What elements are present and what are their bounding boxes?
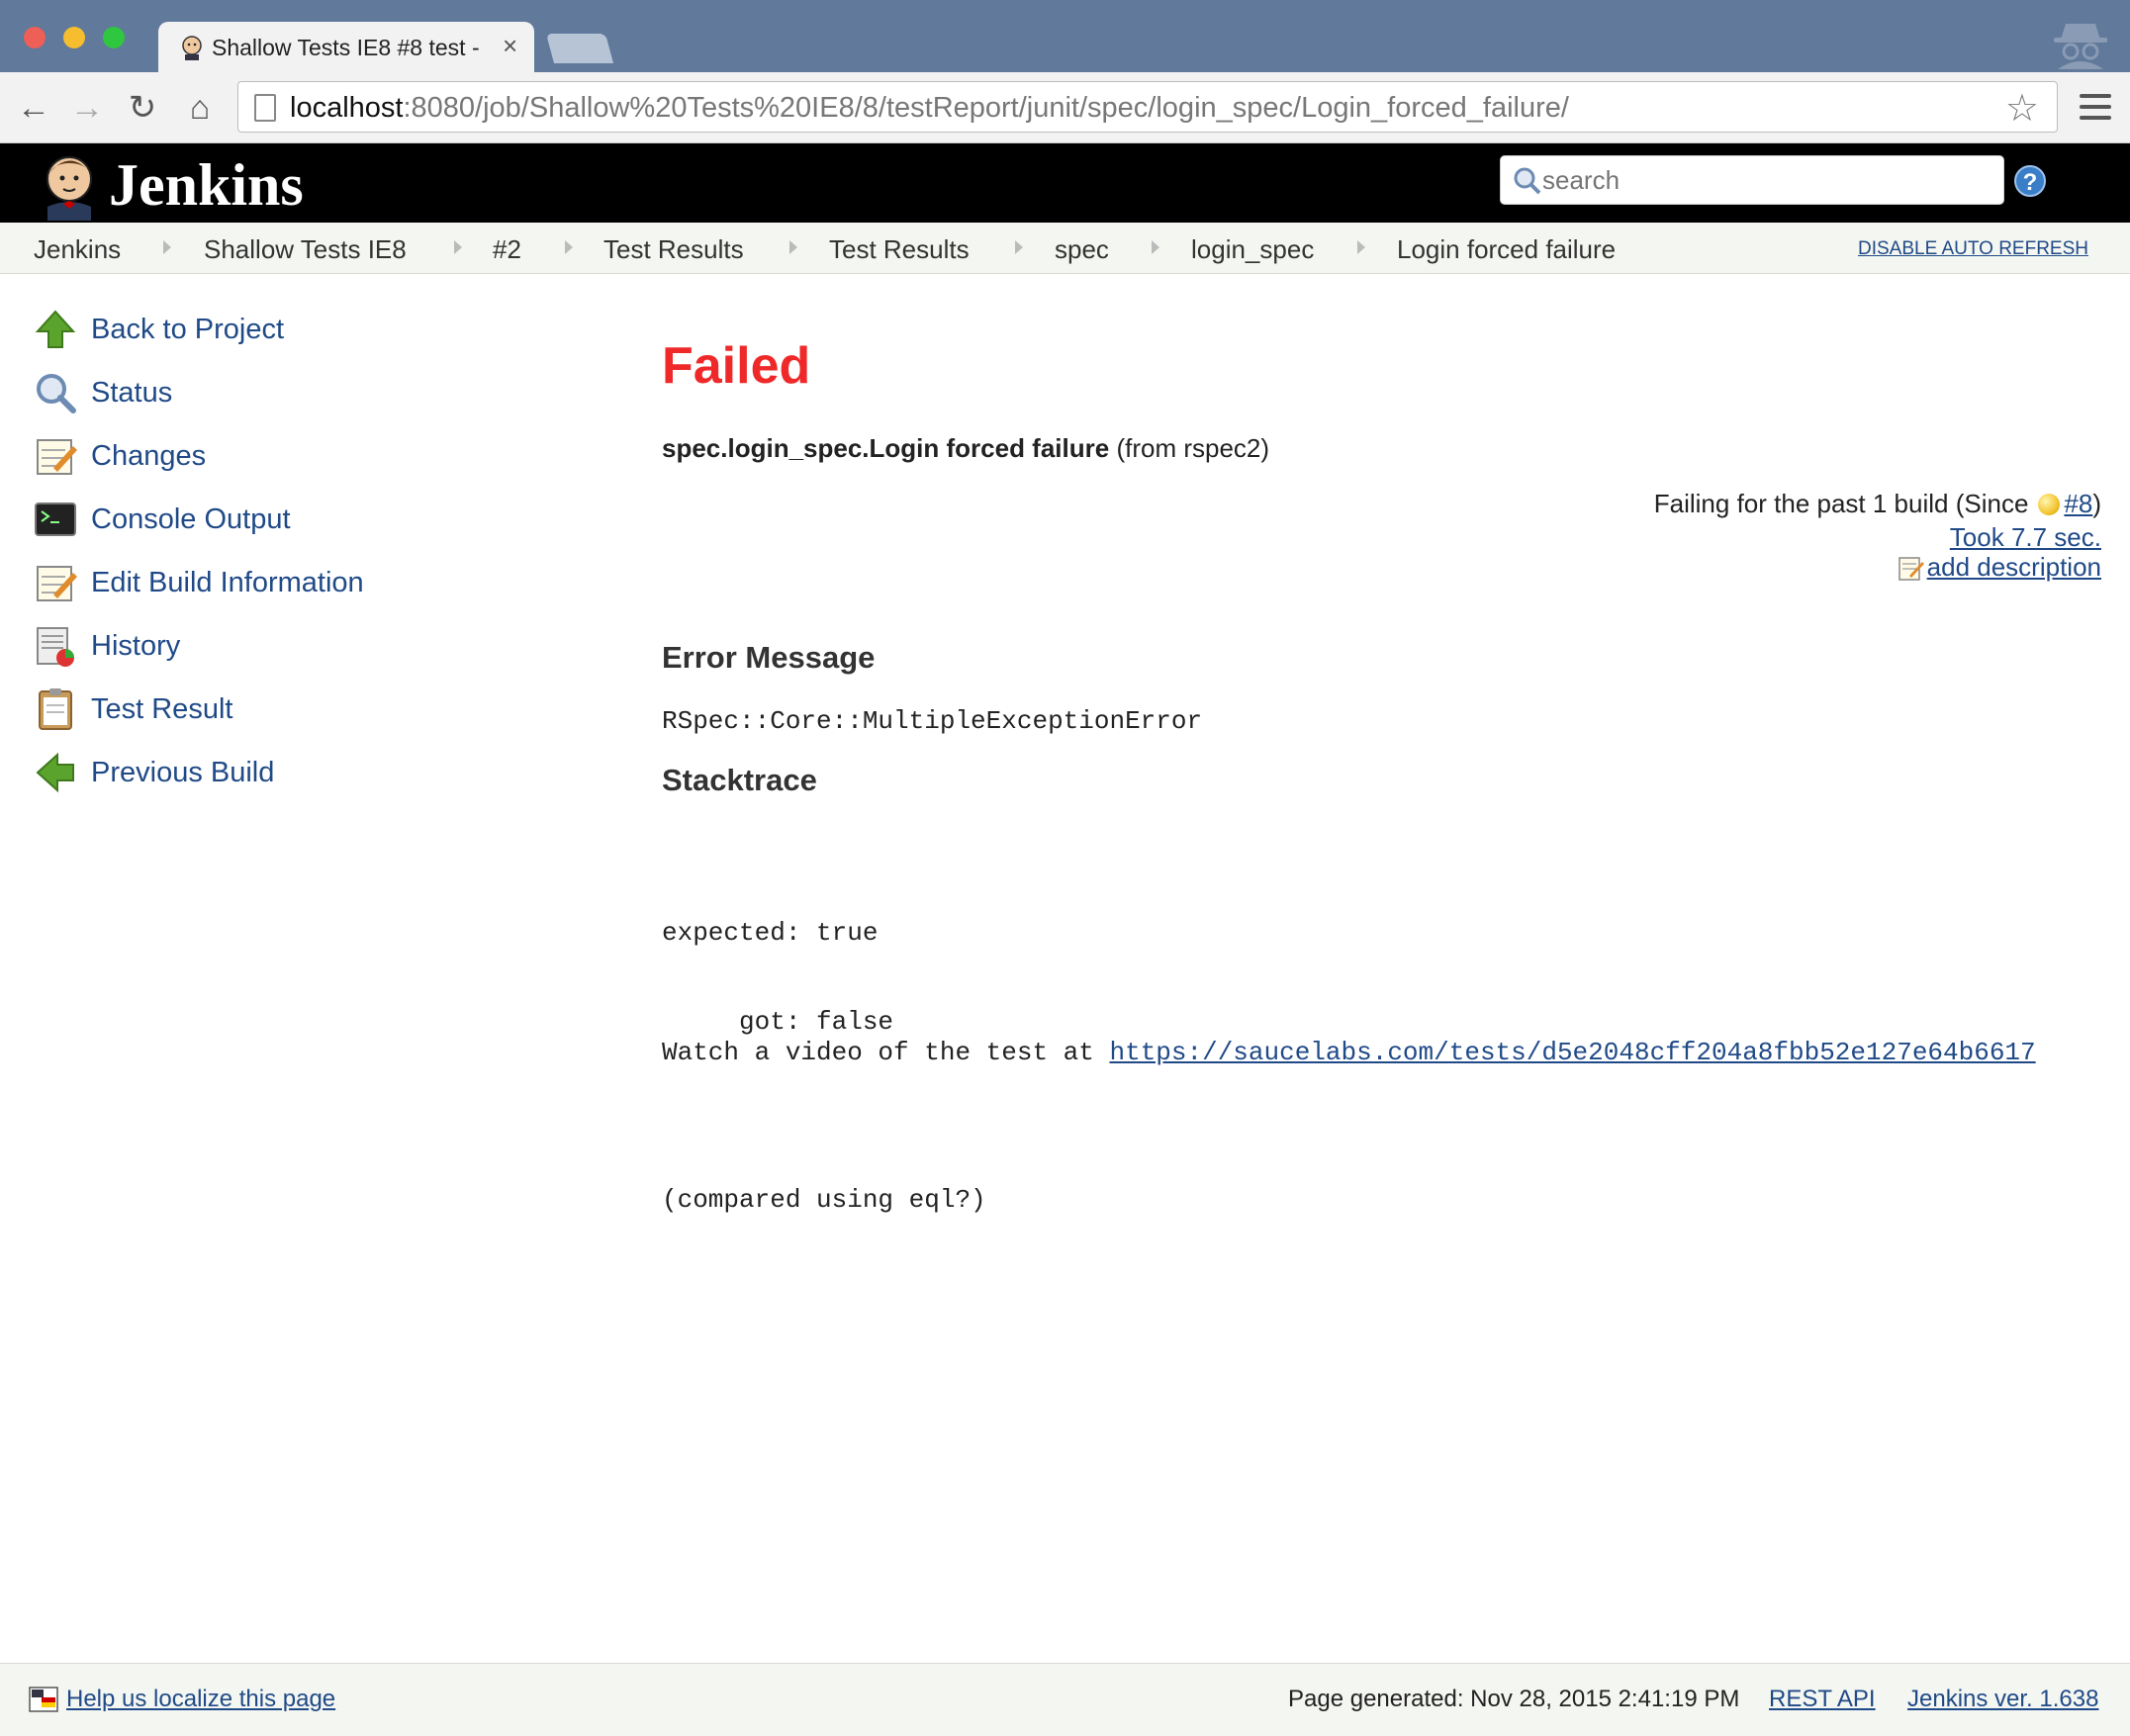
url-host: localhost [290,92,404,124]
search-input[interactable] [1542,160,1988,200]
forward-icon[interactable]: → [67,88,107,128]
browser-titlebar: Shallow Tests IE8 #8 test - × [0,0,2130,72]
failing-since-text: Failing for the past 1 build (Since [1653,489,2029,518]
sidebar-item-label[interactable]: Status [91,377,172,410]
disable-auto-refresh-link[interactable]: DISABLE AUTO REFRESH [1858,238,2088,260]
home-icon[interactable]: ⌂ [180,88,220,128]
tab-title: Shallow Tests IE8 #8 test - [212,35,479,60]
saucelabs-video-link[interactable]: https://saucelabs.com/tests/d5e2048cff20… [1109,1038,2035,1067]
sidebar-item-label[interactable]: Previous Build [91,757,274,789]
minimize-window-button[interactable] [63,27,85,48]
bookmark-star-icon[interactable]: ☆ [2005,86,2039,131]
new-tab-button[interactable] [545,34,614,63]
sidebar-item-console-output[interactable]: Console Output [32,496,291,543]
magnifier-icon [37,374,76,413]
test-name: spec.login_spec.Login forced failure (fr… [662,433,1269,464]
error-message-text: RSpec::Core::MultipleExceptionError [662,706,1203,736]
sidebar-item-label[interactable]: Edit Build Information [91,567,364,599]
localize-flag-icon [29,1687,58,1712]
test-name-full: spec.login_spec.Login forced failure [662,433,1110,463]
sidebar-item-status[interactable]: Status [32,369,172,416]
yellow-ball-icon [2038,493,2061,515]
breadcrumb-item-jenkins[interactable]: Jenkins [34,234,121,265]
breadcrumb-arrow-icon[interactable] [163,240,171,254]
jenkins-favicon-icon [182,36,202,60]
sidebar-item-changes[interactable]: Changes [32,432,206,480]
browser-tab-active[interactable]: Shallow Tests IE8 #8 test - × [158,22,534,72]
breadcrumb-arrow-icon[interactable] [1152,240,1159,254]
sidebar-item-label[interactable]: Changes [91,440,206,473]
breadcrumb-item-test-results-2[interactable]: Test Results [829,234,970,265]
test-name-source: (from rspec2) [1109,433,1270,463]
stacktrace-line [662,1096,986,1126]
add-description[interactable]: add description [1898,552,2101,583]
jenkins-title[interactable]: Jenkins [109,151,304,220]
page-generated-timestamp: Page generated: Nov 28, 2015 2:41:19 PM [1288,1686,1740,1712]
sidebar-item-previous-build[interactable]: Previous Build [32,749,274,796]
breadcrumb-arrow-icon[interactable] [1357,240,1365,254]
sidebar-item-label[interactable]: Back to Project [91,314,284,346]
stacktrace-line: expected: true [662,918,879,948]
incognito-icon [2054,24,2107,69]
back-icon[interactable]: ← [14,88,53,128]
footer: Help us localize this page Page generate… [0,1663,2130,1736]
up-arrow-icon [35,310,76,348]
url-path: :8080/job/Shallow%20Tests%20IE8/8/testRe… [403,92,1569,124]
sidebar-item-label[interactable]: History [91,630,180,663]
video-line: Watch a video of the test at https://sau… [662,1038,2036,1067]
page-icon [254,94,276,122]
terminal-icon [35,503,76,536]
error-message-heading: Error Message [662,640,876,675]
notepad-icon [1898,556,1924,581]
help-icon[interactable]: ? [2014,165,2046,197]
clipboard-icon [39,688,72,730]
notepad-icon [37,566,77,601]
jenkins-version-link[interactable]: Jenkins ver. 1.638 [1907,1686,2098,1713]
failing-since-build-link[interactable]: #8 [2064,489,2092,519]
breadcrumb-arrow-icon[interactable] [789,240,797,254]
sidebar-item-back-to-project[interactable]: Back to Project [32,306,284,353]
breadcrumb-item-spec[interactable]: spec [1055,234,1109,265]
stacktrace-line: (compared using eql?) [662,1185,986,1215]
search-icon [1514,167,1541,195]
breadcrumb-item-test-results[interactable]: Test Results [603,234,744,265]
test-duration-link[interactable]: Took 7.7 sec. [1950,522,2101,553]
notepad-icon [37,439,77,475]
localize-link[interactable]: Help us localize this page [66,1686,335,1713]
left-arrow-icon [36,752,74,793]
sidebar-item-test-result[interactable]: Test Result [32,685,232,733]
url-text[interactable]: localhost:8080/job/Shallow%20Tests%20IE8… [290,92,1569,125]
sidebar-item-edit-build-information[interactable]: Edit Build Information [32,559,364,606]
breadcrumb-arrow-icon[interactable] [565,240,573,254]
browser-toolbar: ← → ↻ ⌂ localhost:8080/job/Shallow%20Tes… [0,72,2130,143]
close-window-button[interactable] [24,27,46,48]
breadcrumb: Jenkins Shallow Tests IE8 #2 Test Result… [0,223,2130,274]
stacktrace-heading: Stacktrace [662,763,817,797]
test-status-heading: Failed [662,337,811,395]
add-description-link[interactable]: add description [1927,552,2101,583]
video-prefix: Watch a video of the test at [662,1038,1110,1067]
stacktrace-line: got: false [662,1007,894,1037]
jenkins-logo-icon[interactable] [34,149,105,221]
chart-icon [37,627,74,667]
reload-icon[interactable]: ↻ [123,88,162,128]
sidebar-item-label[interactable]: Test Result [91,693,232,726]
breadcrumb-arrow-icon[interactable] [1015,240,1023,254]
breadcrumb-item-login-spec[interactable]: login_spec [1191,234,1314,265]
jenkins-header: Jenkins ? [0,143,2130,223]
breadcrumb-item-build[interactable]: #2 [493,234,521,265]
tab-close-icon[interactable]: × [503,31,517,61]
maximize-window-button[interactable] [103,27,125,48]
rest-api-link[interactable]: REST API [1769,1686,1876,1713]
breadcrumb-item-project[interactable]: Shallow Tests IE8 [204,234,407,265]
browser-menu-icon[interactable] [2080,94,2111,122]
sidebar-item-label[interactable]: Console Output [91,503,291,536]
search-box[interactable] [1500,155,2004,205]
failing-since: Failing for the past 1 build (Since #8 ) [1654,489,2101,519]
failing-since-suffix: ) [2092,489,2101,518]
breadcrumb-item-test[interactable]: Login forced failure [1397,234,1616,265]
address-bar[interactable]: localhost:8080/job/Shallow%20Tests%20IE8… [237,81,2058,133]
breadcrumb-arrow-icon[interactable] [454,240,462,254]
sidebar-item-history[interactable]: History [32,622,180,670]
